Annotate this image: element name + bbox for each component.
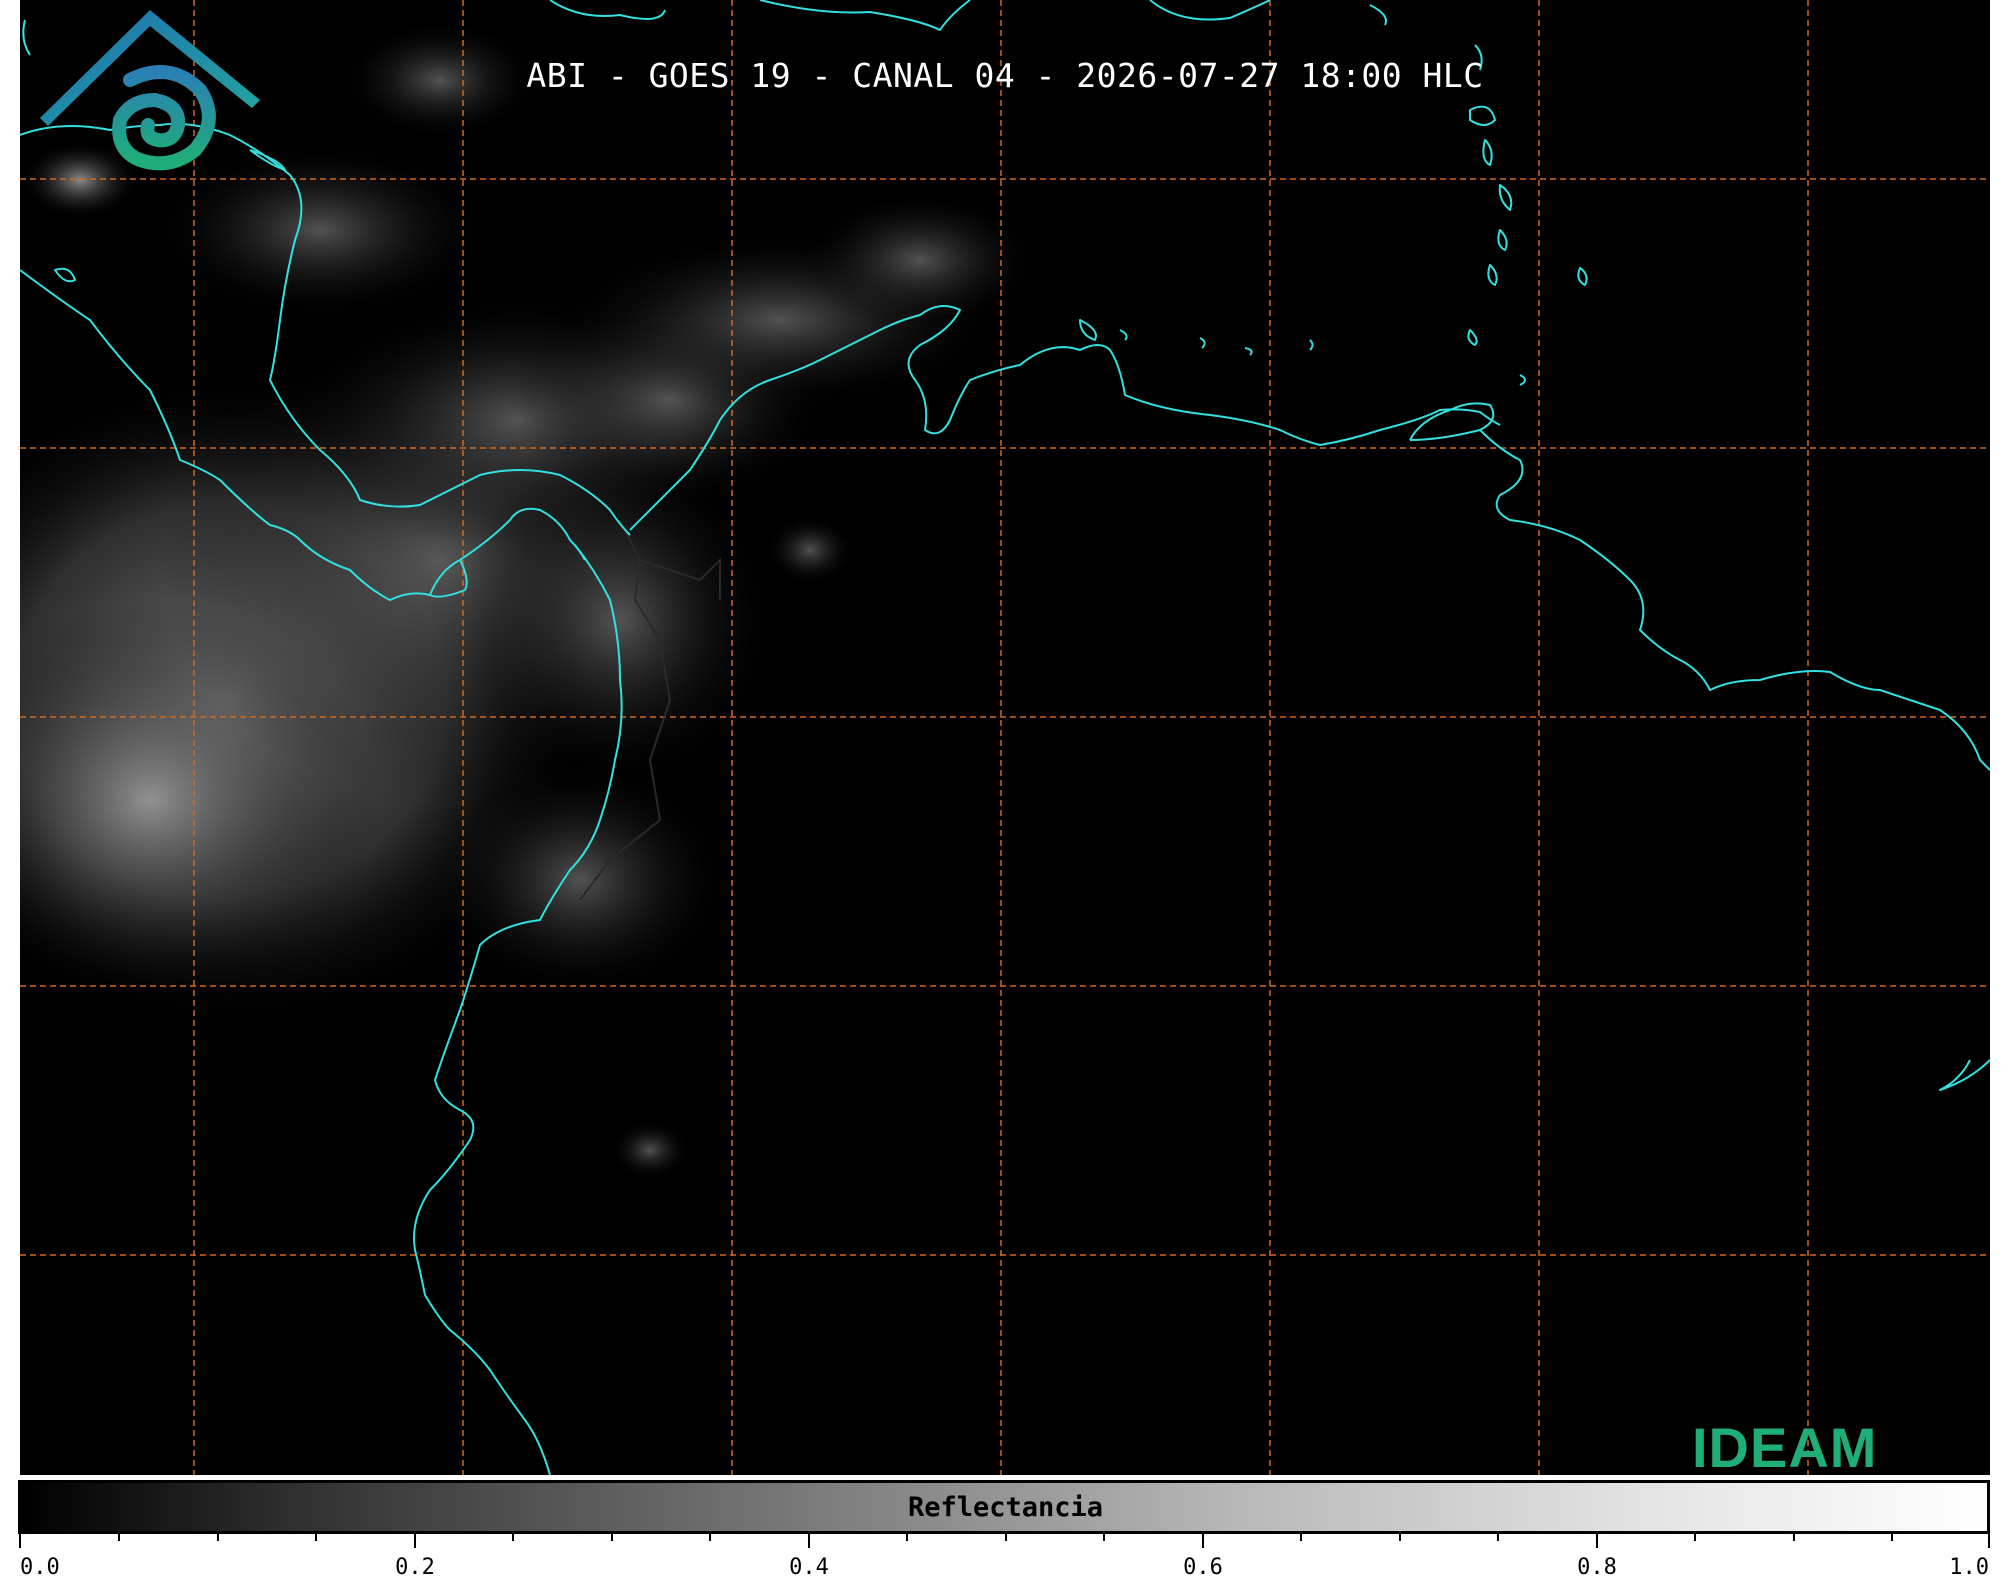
- colorbar-tick-2: 0.4: [789, 1555, 829, 1580]
- map-title: ABI - GOES 19 - CANAL 04 - 2026-07-27 18…: [526, 56, 1484, 95]
- satellite-figure: ABI - GOES 19 - CANAL 04 - 2026-07-27 18…: [0, 0, 2011, 1580]
- colorbar-tick-5: 1.0: [1949, 1555, 1989, 1580]
- ideam-logo-text: IDEAM: [1692, 1416, 1878, 1475]
- colorbar-label: Reflectancia: [907, 1492, 1104, 1523]
- colorbar-tick-1: 0.2: [395, 1555, 435, 1580]
- satellite-map-panel: ABI - GOES 19 - CANAL 04 - 2026-07-27 18…: [20, 0, 1990, 1475]
- ideam-logo-icon: [40, 10, 260, 171]
- colorbar-ticks: [19, 1534, 1990, 1548]
- map-graphics: [20, 0, 1990, 1475]
- colorbar-tick-4: 0.8: [1577, 1555, 1617, 1580]
- colorbar-tick-0: 0.0: [20, 1555, 60, 1580]
- colorbar-tick-3: 0.6: [1183, 1555, 1223, 1580]
